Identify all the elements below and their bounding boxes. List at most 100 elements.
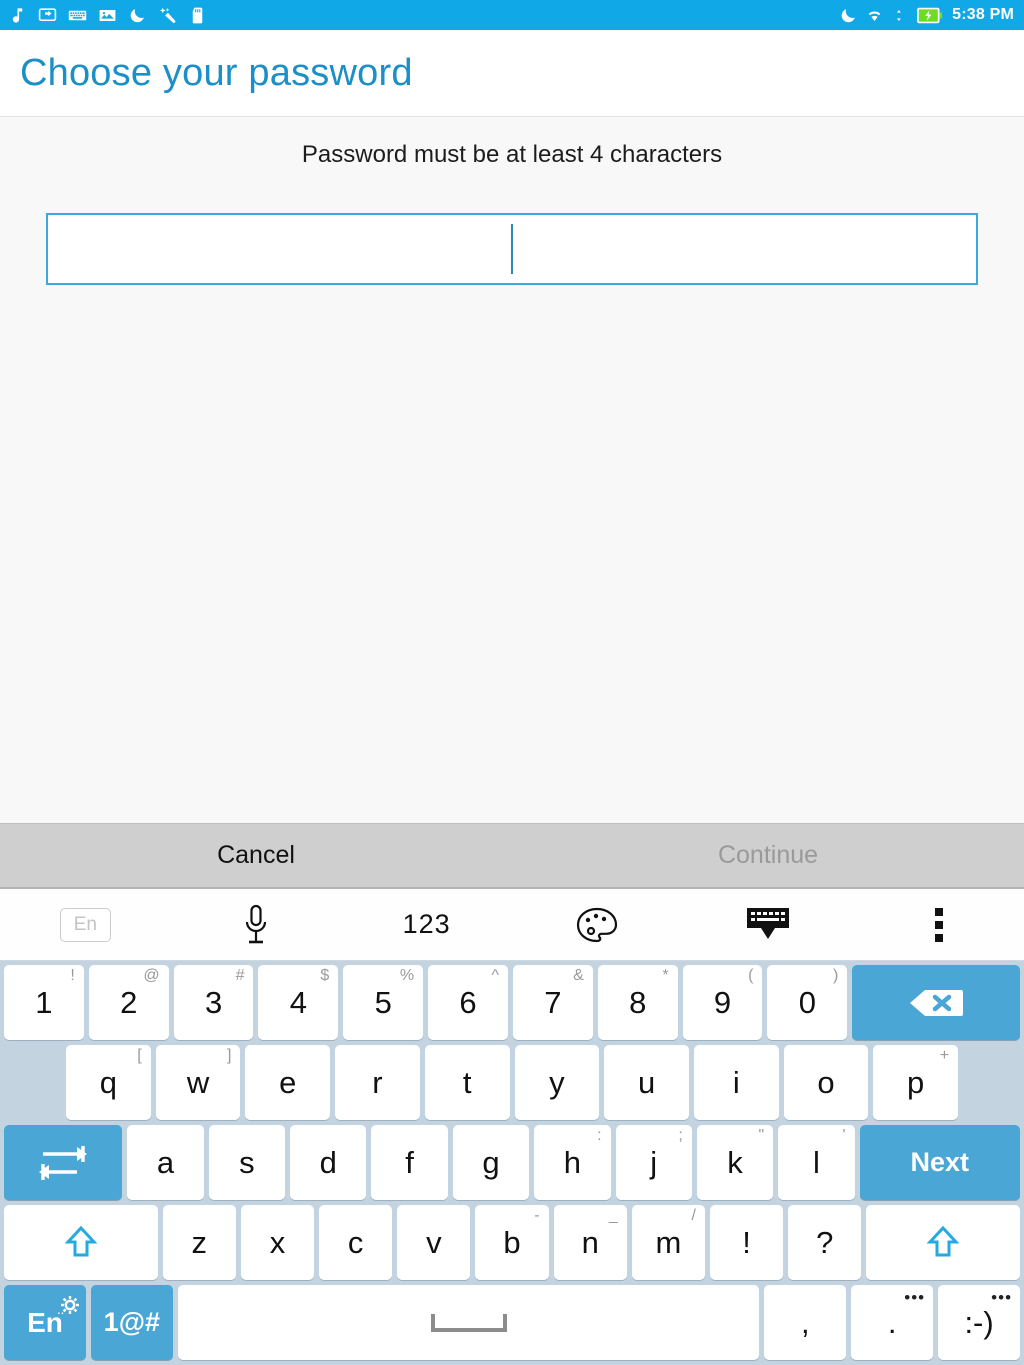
key-y[interactable]: y — [514, 1045, 600, 1120]
theme-palette-icon — [577, 907, 618, 942]
key-8[interactable]: * 8 — [597, 965, 678, 1040]
key-label: s — [239, 1144, 255, 1180]
key-i[interactable]: i — [693, 1045, 779, 1120]
key-label: ! — [742, 1224, 751, 1260]
key-n[interactable]: _ n — [553, 1205, 627, 1280]
key-exclamation[interactable]: ! — [710, 1205, 784, 1280]
key-f[interactable]: f — [371, 1125, 448, 1200]
key-b[interactable]: -b — [475, 1205, 549, 1280]
keyboard-toolbar: En 123 — [0, 889, 1024, 961]
key-s[interactable]: s — [208, 1125, 286, 1200]
language-switch-key[interactable]: En ·· — [4, 1285, 86, 1360]
emoji-key[interactable]: •••:-) — [938, 1285, 1021, 1360]
screencast-icon — [38, 7, 57, 21]
key-sub: ! — [70, 967, 75, 984]
key-7[interactable]: & 7 — [512, 965, 593, 1040]
hide-keyboard-button[interactable] — [683, 905, 854, 945]
status-bar-clock: 5:38 PM — [952, 6, 1014, 23]
key-g[interactable]: g — [452, 1125, 530, 1200]
key-sub: _ — [608, 1207, 618, 1224]
key-label: , — [800, 1304, 810, 1340]
key-sub: ) — [832, 967, 839, 984]
on-screen-keyboard: En 123 ! 1 @ 2 # 3 $ 4 % 5 ^ 6 & 7 * 8 (… — [0, 889, 1024, 1365]
key-sub: ] — [226, 1047, 232, 1064]
theme-palette-button[interactable] — [512, 906, 683, 944]
key-question[interactable]: ? — [788, 1205, 862, 1280]
key-sub: [ — [137, 1047, 142, 1064]
enter-next-key[interactable]: Next — [859, 1125, 1020, 1200]
numbers-toggle-button[interactable]: 123 — [341, 909, 512, 940]
key-label: f — [405, 1144, 414, 1180]
key-period[interactable]: •••. — [851, 1285, 934, 1360]
key-t[interactable]: t — [424, 1045, 510, 1120]
key-sub: ^ — [491, 967, 499, 984]
key-label: 8 — [629, 984, 647, 1020]
key-label: h — [563, 1144, 581, 1180]
language-badge-button[interactable]: En — [0, 907, 171, 942]
key-comma[interactable]: , — [764, 1285, 847, 1360]
text-caret — [511, 224, 513, 274]
key-9[interactable]: (9 — [682, 965, 763, 1040]
key-k[interactable]: " k — [696, 1125, 774, 1200]
key-4[interactable]: $4 — [258, 965, 339, 1040]
key-2[interactable]: @2 — [88, 965, 169, 1040]
microphone-icon — [245, 904, 267, 943]
key-1[interactable]: ! 1 — [4, 965, 84, 1040]
key-label: 1 — [35, 984, 53, 1020]
key-r[interactable]: r — [335, 1045, 420, 1120]
key-l[interactable]: ' l — [778, 1125, 855, 1200]
tab-key[interactable] — [4, 1125, 123, 1200]
action-bar: Cancel Continue — [0, 823, 1024, 889]
key-label: w — [186, 1064, 210, 1100]
overflow-menu-button[interactable] — [853, 905, 1024, 945]
key-label: j — [650, 1144, 658, 1180]
key-p[interactable]: + p — [873, 1045, 959, 1120]
shift-arrow-icon — [926, 1225, 960, 1256]
shift-arrow-icon — [64, 1225, 98, 1256]
keyboard-row-numbers: ! 1 @2 #3 $4 % 5 ^ 6 & 7 * 8 (9 ) 0 — [0, 965, 1024, 1045]
key-sub: + — [939, 1047, 950, 1064]
key-3[interactable]: #3 — [173, 965, 254, 1040]
key-a[interactable]: a — [127, 1125, 204, 1200]
microphone-button[interactable] — [171, 903, 342, 947]
key-u[interactable]: u — [604, 1045, 689, 1120]
key-z[interactable]: z — [162, 1205, 236, 1280]
do-not-disturb-moon-icon — [130, 8, 144, 22]
symbols-key[interactable]: 1@# — [90, 1285, 173, 1360]
space-key[interactable] — [177, 1285, 760, 1360]
key-c[interactable]: c — [319, 1205, 393, 1280]
backspace-key[interactable] — [852, 965, 1020, 1040]
key-w[interactable]: ] w — [155, 1045, 241, 1120]
numbers-toggle-label: 123 — [402, 909, 451, 939]
key-q[interactable]: [q — [66, 1045, 151, 1120]
key-0[interactable]: ) 0 — [767, 965, 848, 1040]
password-input[interactable] — [46, 213, 978, 285]
battery-charging-icon — [917, 7, 943, 23]
key-e[interactable]: e — [245, 1045, 331, 1120]
key-j[interactable]: ; j — [615, 1125, 692, 1200]
language-switch-inner: En ·· — [27, 1295, 79, 1339]
key-label: x — [269, 1224, 286, 1260]
key-sub: : — [597, 1127, 602, 1144]
shift-key-right[interactable] — [866, 1205, 1021, 1280]
key-o[interactable]: o — [783, 1045, 869, 1120]
space-glyph-icon — [430, 1313, 507, 1332]
key-label: m — [655, 1224, 682, 1260]
cancel-button[interactable]: Cancel — [0, 824, 512, 887]
key-v[interactable]: v — [397, 1205, 471, 1280]
status-bar-left-icons — [8, 6, 207, 25]
key-h[interactable]: :h — [534, 1125, 611, 1200]
shift-key-left[interactable] — [4, 1205, 158, 1280]
moon-icon — [841, 8, 855, 22]
key-m[interactable]: / m — [631, 1205, 705, 1280]
key-sub: @ — [143, 967, 160, 984]
key-label: u — [637, 1064, 656, 1100]
key-label: k — [727, 1144, 743, 1180]
continue-button[interactable]: Continue — [512, 824, 1024, 887]
key-label: a — [156, 1144, 175, 1180]
status-bar: 5:38 PM — [0, 0, 1024, 30]
key-6[interactable]: ^ 6 — [428, 965, 508, 1040]
key-x[interactable]: x — [240, 1205, 315, 1280]
key-d[interactable]: d — [290, 1125, 367, 1200]
key-5[interactable]: % 5 — [343, 965, 424, 1040]
